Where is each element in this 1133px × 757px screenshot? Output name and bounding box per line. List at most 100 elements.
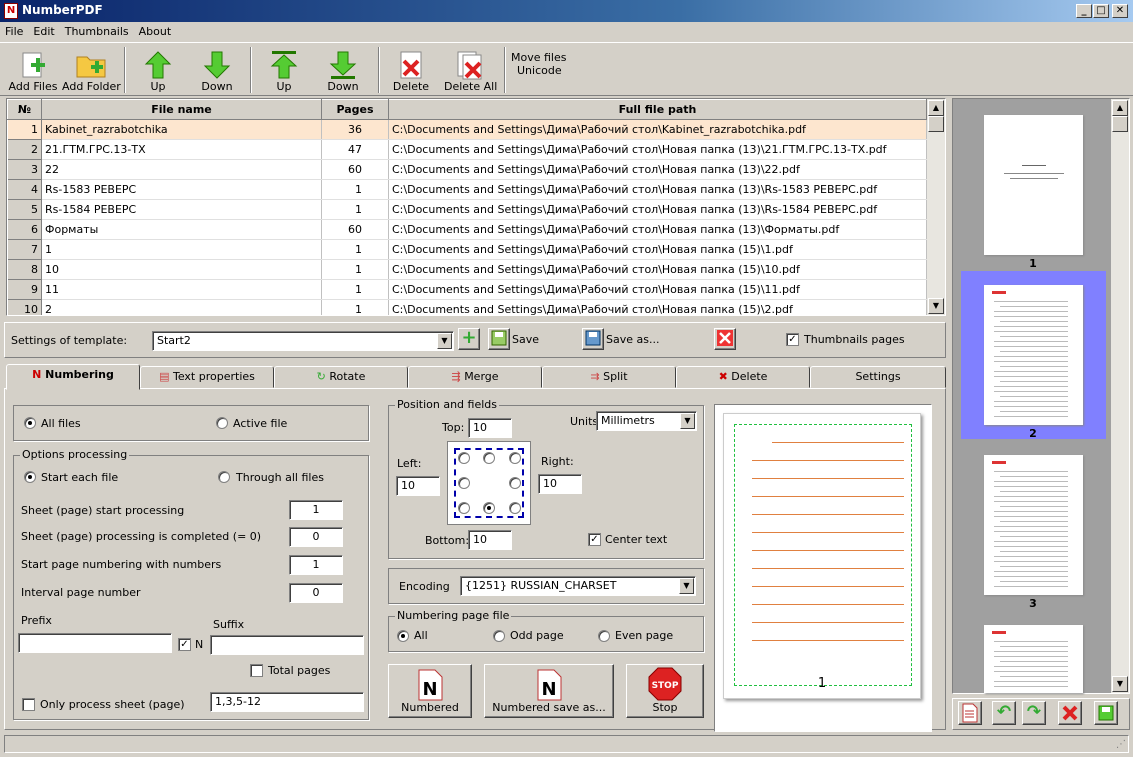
move-files-unicode-label[interactable]: Move files Unicode (511, 51, 566, 77)
numbered-button[interactable]: N Numbered (388, 664, 472, 718)
chevron-down-icon[interactable]: ▼ (680, 413, 695, 429)
interval-field[interactable]: 0 (289, 583, 343, 603)
position-bottom-right-radio[interactable] (509, 502, 521, 514)
right-field[interactable]: 10 (538, 474, 582, 494)
col-pages[interactable]: Pages (321, 99, 389, 120)
row-file-name[interactable]: Kabinet_razrabotchika (41, 119, 322, 140)
prefix-field[interactable] (18, 633, 172, 653)
thumbnail-page-3[interactable] (984, 455, 1083, 595)
center-text-checkbox[interactable]: ✓ (588, 533, 601, 546)
row-full-path[interactable]: C:\Documents and Settings\Дима\Рабочий с… (388, 239, 927, 260)
menu-file[interactable]: File (0, 22, 28, 38)
delete-all-button[interactable]: Delete All (444, 47, 497, 95)
size-grip-icon[interactable]: ⋰ (1116, 740, 1128, 752)
add-template-button[interactable]: + (458, 328, 480, 350)
chevron-down-icon[interactable]: ▼ (679, 578, 694, 594)
chevron-down-icon[interactable]: ▼ (437, 333, 452, 349)
page-all-radio[interactable] (397, 630, 409, 642)
row-pages[interactable]: 47 (321, 139, 389, 160)
start-each-file-radio[interactable] (24, 471, 36, 483)
left-field[interactable]: 10 (396, 476, 440, 496)
row-pages[interactable]: 60 (321, 159, 389, 180)
row-file-name[interactable]: 22 (41, 159, 322, 180)
only-process-checkbox[interactable] (22, 698, 35, 711)
row-full-path[interactable]: C:\Documents and Settings\Дима\Рабочий с… (388, 299, 927, 315)
sheet-start-field[interactable]: 1 (289, 500, 343, 520)
menu-thumbnails[interactable]: Thumbnails (60, 22, 134, 38)
row-file-name[interactable]: 21.ГТМ.ГРС.13-ТХ (41, 139, 322, 160)
grid-scrollbar[interactable]: ▲ ▼ (927, 99, 945, 315)
rotate-right-button[interactable]: ↷ (1022, 701, 1046, 725)
thumbnails-pages-checkbox[interactable]: ✓ (786, 333, 799, 346)
even-page-radio[interactable] (598, 630, 610, 642)
tab-settings[interactable]: Settings (810, 366, 946, 388)
move-top-button[interactable]: Up (262, 47, 306, 95)
odd-page-radio[interactable] (493, 630, 505, 642)
table-row[interactable]: 5 Rs-1584 РЕВЕРС 1 C:\Documents and Setting… (7, 199, 927, 220)
row-pages[interactable]: 60 (321, 219, 389, 240)
col-file-name[interactable]: File name (41, 99, 322, 120)
row-pages[interactable]: 1 (321, 279, 389, 300)
all-files-radio[interactable] (24, 417, 36, 429)
move-up-button[interactable]: Up (136, 47, 180, 95)
thumbnail-page-1[interactable] (984, 115, 1083, 255)
file-list-grid[interactable]: № File name Pages Full file path 1 Kabine… (6, 98, 946, 316)
thumbnail-save-button[interactable] (1094, 701, 1118, 725)
stop-button[interactable]: STOP Stop (626, 664, 704, 718)
row-pages[interactable]: 1 (321, 199, 389, 220)
thumbnails-pane[interactable]: 1 2 3 ▲ ▼ (952, 98, 1130, 694)
table-row[interactable]: 7 1 1 C:\Documents and Settings\Дима\Рабочи… (7, 239, 927, 260)
tab-delete[interactable]: ✖ Delete (676, 366, 810, 388)
position-top-right-radio[interactable] (509, 452, 521, 464)
row-pages[interactable]: 1 (321, 259, 389, 280)
row-full-path[interactable]: C:\Documents and Settings\Дима\Рабочий с… (388, 199, 927, 220)
thumbnail-page-button[interactable] (958, 701, 982, 725)
thumbnails-scrollbar[interactable]: ▲ ▼ (1111, 99, 1129, 693)
tab-text-properties[interactable]: ▤ Text properties (140, 366, 274, 388)
through-all-files-radio[interactable] (218, 471, 230, 483)
position-bottom-center-radio[interactable] (483, 502, 495, 514)
tab-merge[interactable]: ⇶ Merge (408, 366, 542, 388)
row-full-path[interactable]: C:\Documents and Settings\Дима\Рабочий с… (388, 119, 927, 140)
delete-button[interactable]: Delete (388, 47, 434, 95)
tab-rotate[interactable]: ↻ Rotate (274, 366, 408, 388)
row-pages[interactable]: 1 (321, 299, 389, 315)
delete-template-button[interactable] (714, 328, 736, 350)
position-middle-left-radio[interactable] (458, 477, 470, 489)
row-file-name[interactable]: 1 (41, 239, 322, 260)
row-file-name[interactable]: Форматы (41, 219, 322, 240)
add-files-button[interactable]: Add Files (6, 47, 60, 95)
save-label[interactable]: Save (512, 333, 539, 346)
row-pages[interactable]: 36 (321, 119, 389, 140)
table-row[interactable]: 2 21.ГТМ.ГРС.13-ТХ 47 C:\Documents and Sett… (7, 139, 927, 160)
row-full-path[interactable]: C:\Documents and Settings\Дима\Рабочий с… (388, 159, 927, 180)
minimize-button[interactable]: _ (1076, 4, 1092, 18)
table-row[interactable]: 3 22 60 C:\Documents and Settings\Дима\Рабо… (7, 159, 927, 180)
row-full-path[interactable]: C:\Documents and Settings\Дима\Рабочий с… (388, 259, 927, 280)
thumbnail-page-4[interactable] (984, 625, 1083, 693)
scroll-down-button[interactable]: ▼ (928, 298, 944, 314)
top-field[interactable]: 10 (468, 418, 512, 438)
thumb-scroll-down-button[interactable]: ▼ (1112, 676, 1128, 692)
tab-numbering[interactable]: N Numbering (6, 364, 140, 390)
close-button[interactable]: ✕ (1112, 4, 1128, 18)
n-checkbox[interactable]: ✓ (178, 638, 191, 651)
menu-about[interactable]: About (134, 22, 177, 38)
save-as-label[interactable]: Save as... (606, 333, 659, 346)
units-select[interactable]: Millimetrs ▼ (596, 411, 697, 431)
scroll-thumb[interactable] (928, 116, 944, 132)
col-number[interactable]: № (7, 99, 42, 120)
thumbnail-page-2[interactable] (984, 285, 1083, 425)
thumb-scroll-up-button[interactable]: ▲ (1112, 100, 1128, 116)
add-folder-button[interactable]: Add Folder (62, 47, 121, 95)
menu-edit[interactable]: Edit (28, 22, 59, 38)
row-file-name[interactable]: 2 (41, 299, 322, 315)
suffix-field[interactable] (210, 635, 364, 655)
scroll-up-button[interactable]: ▲ (928, 100, 944, 116)
tab-split[interactable]: ⇉ Split (542, 366, 676, 388)
bottom-field[interactable]: 10 (468, 530, 512, 550)
move-down-button[interactable]: Down (194, 47, 240, 95)
position-top-center-radio[interactable] (483, 452, 495, 464)
move-bottom-button[interactable]: Down (320, 47, 366, 95)
save-template-button[interactable] (488, 328, 510, 350)
